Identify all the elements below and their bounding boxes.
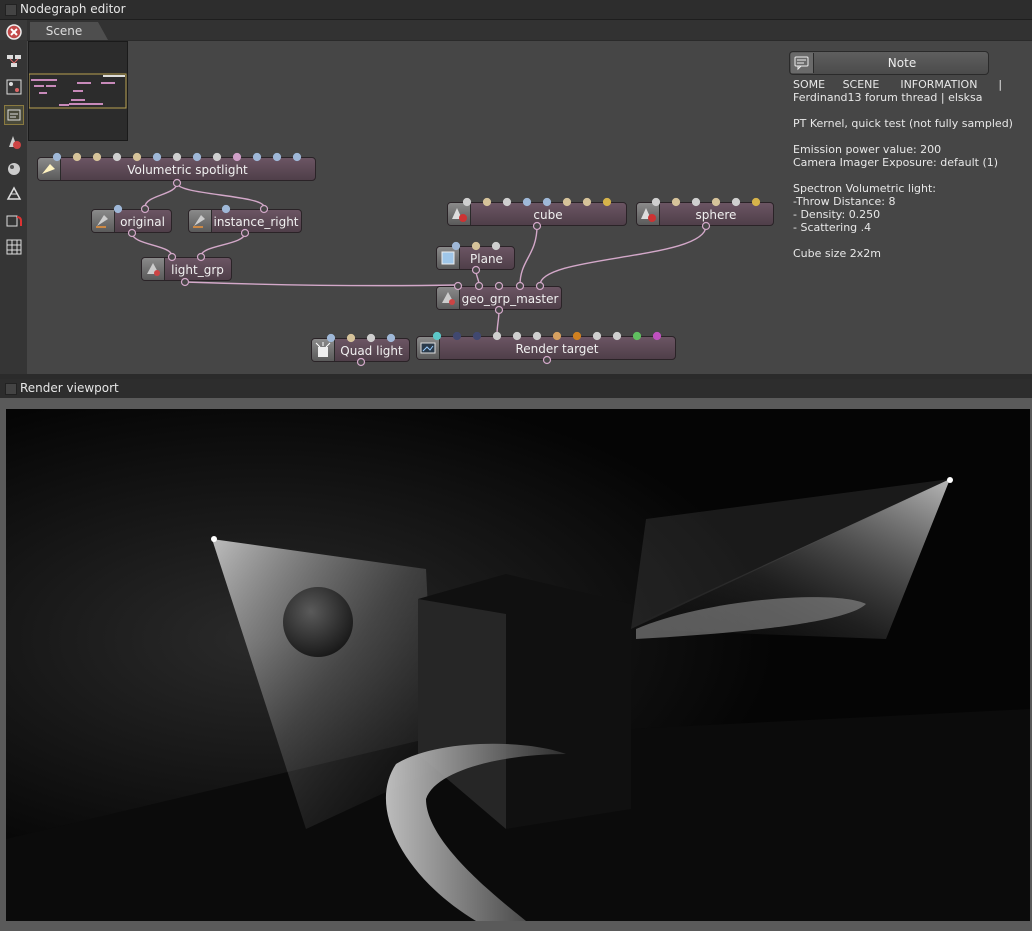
node-instance-right[interactable]: instance_right [188, 209, 302, 233]
spotlight-icon [38, 158, 61, 180]
node-quad-light[interactable]: Quad light [311, 338, 410, 362]
node-original[interactable]: original [91, 209, 172, 233]
node-label: Volumetric spotlight [127, 163, 248, 177]
transform-icon [189, 210, 212, 232]
node-geo-grp-master[interactable]: geo_grp_master [436, 286, 562, 310]
note-button[interactable]: Note [789, 51, 989, 75]
group-icon [437, 287, 460, 309]
node-label: sphere [695, 208, 737, 222]
node-sphere[interactable]: sphere [636, 202, 774, 226]
node-label: light_grp [171, 263, 224, 277]
node-plane[interactable]: Plane [436, 246, 515, 270]
render-viewport[interactable] [6, 409, 1030, 921]
quad-light-icon [312, 339, 335, 361]
mesh-icon [637, 203, 660, 225]
node-render-target[interactable]: Render target [416, 336, 676, 360]
wire-lightgrp-geo [184, 281, 459, 287]
wire-geo-render [496, 309, 500, 336]
plane-icon [437, 247, 460, 269]
node-volumetric-spotlight[interactable]: Volumetric spotlight [37, 157, 316, 181]
node-cube[interactable]: cube [447, 202, 627, 226]
transform-icon [92, 210, 115, 232]
scene-note-text: SOME SCENE INFORMATION | Ferdinand13 for… [793, 78, 1013, 260]
group-icon [142, 258, 165, 280]
note-label: Note [887, 56, 917, 70]
node-label: Plane [470, 252, 503, 266]
wire-cube-geo [519, 225, 538, 286]
wire-original-lightgrp [131, 232, 173, 257]
render-image [6, 409, 1030, 921]
viewport-title: Render viewport [20, 381, 119, 395]
wire-plane-geo [475, 269, 480, 286]
node-label: instance_right [213, 215, 299, 229]
comment-icon [791, 53, 814, 73]
node-label: Render target [515, 342, 599, 356]
wire-sphere-geo [539, 225, 707, 286]
mesh-icon [448, 203, 471, 225]
wire-spotlight-instance [176, 182, 265, 208]
wire-spotlight-original [144, 182, 178, 208]
wire-instance-lightgrp [200, 232, 246, 257]
panel-toggle-checkbox[interactable] [5, 383, 17, 395]
node-label: Quad light [340, 344, 403, 358]
node-label: cube [533, 208, 563, 222]
node-light-grp[interactable]: light_grp [141, 257, 232, 281]
render-target-icon [417, 337, 440, 359]
viewport-panel-title: Render viewport [0, 379, 1032, 399]
node-label: original [120, 215, 165, 229]
node-label: geo_grp_master [461, 292, 559, 306]
